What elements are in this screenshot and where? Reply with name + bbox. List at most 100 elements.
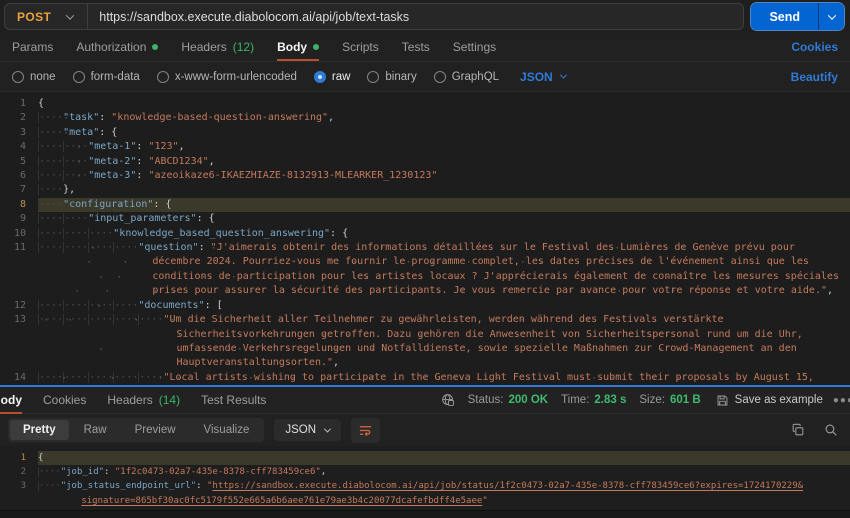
view-preview[interactable]: Preview (122, 420, 189, 440)
network-globe-icon[interactable] (441, 393, 455, 407)
code-text[interactable]: ················"question": "J'aimerais … (38, 241, 850, 299)
code-line[interactable]: 8····"configuration": { (0, 198, 850, 212)
code-text[interactable]: ····"configuration": { (38, 198, 850, 212)
indent-guide: ···· (38, 141, 63, 152)
code-text[interactable]: ····"job_id": "1f2c0473-02a7-435e-8378-c… (38, 465, 850, 479)
green-dot-icon (313, 44, 319, 50)
tab-body[interactable]: Body (277, 40, 319, 54)
indent-guide: ···· (38, 184, 63, 195)
radio-binary[interactable]: binary (367, 71, 416, 83)
green-dot-icon (152, 44, 158, 50)
tab-params[interactable]: Params (12, 40, 53, 54)
url-input[interactable]: https://sandbox.execute.diabolocom.ai/ap… (88, 10, 743, 24)
view-raw[interactable]: Raw (71, 420, 120, 440)
line-number: 9 (0, 212, 38, 226)
code-line[interactable]: 7····}, (0, 183, 850, 197)
code-text[interactable]: ····"meta": { (38, 126, 850, 140)
code-line[interactable]: 6········"meta-3": "azeoikaze6-IKAEZHIAZ… (0, 169, 850, 183)
line-number: 14 (0, 371, 38, 385)
code-line[interactable]: 3····"meta": { (0, 126, 850, 140)
code-line[interactable]: 13····················"Um die Sicherheit… (0, 313, 850, 371)
code-line[interactable]: 14····················"Local artists wis… (0, 371, 850, 385)
tab-headers[interactable]: Headers(12) (181, 40, 254, 54)
response-format-selector[interactable]: JSON (274, 419, 341, 441)
code-line[interactable]: 11················"question": "J'aimerai… (0, 241, 850, 299)
code-text[interactable]: { (38, 97, 850, 111)
code-line[interactable]: 9········"input_parameters": { (0, 212, 850, 226)
copy-icon[interactable] (791, 423, 805, 437)
code-text[interactable]: { (38, 451, 850, 465)
tab-authorization[interactable]: Authorization (76, 40, 158, 54)
request-url-bar: POST https://sandbox.execute.diabolocom.… (4, 3, 744, 30)
code-text[interactable]: ············"knowledge_based_question_an… (38, 227, 850, 241)
code-line[interactable]: 4········"meta-1": "123", (0, 140, 850, 154)
code-line[interactable]: 5········"meta-2": "ABCD1234", (0, 155, 850, 169)
code-line[interactable]: 2····"task": "knowledge-based-question-a… (0, 111, 850, 125)
tab-tests[interactable]: Tests (402, 40, 430, 54)
chevron-down-icon (66, 11, 74, 19)
response-tabs: Body Cookies Headers(14) Test Results (0, 393, 266, 407)
code-line[interactable]: 3····"job_status_endpoint_url": "https:/… (0, 479, 850, 507)
radio-raw[interactable]: raw (314, 71, 351, 83)
tab-response-body[interactable]: Body (0, 393, 22, 407)
request-body-editor[interactable]: 1{2····"task": "knowledge-based-question… (0, 92, 850, 385)
code-line[interactable]: 12················"documents": [ (0, 299, 850, 313)
indent-guide: ···· (63, 300, 88, 311)
radio-circle-icon (367, 71, 379, 83)
code-text[interactable]: ····}, (38, 183, 850, 197)
format-label: JSON (285, 424, 316, 436)
code-text[interactable]: ····················"Local artists wishi… (38, 371, 850, 385)
code-line[interactable]: 10············"knowledge_based_question_… (0, 227, 850, 241)
code-line[interactable]: 1{ (0, 97, 850, 111)
radio-circle-icon (12, 71, 24, 83)
indent-guide: ···· (113, 300, 138, 311)
language-selector[interactable]: JSON (520, 70, 566, 84)
search-icon[interactable] (824, 423, 838, 437)
indent-guide: ···· (38, 300, 63, 311)
size-label: Size: (639, 394, 665, 406)
indent-guide: ···· (38, 314, 63, 325)
code-text[interactable]: ········"meta-3": "azeoikaze6-IKAEZHIAZE… (38, 169, 850, 183)
tab-scripts[interactable]: Scripts (342, 40, 379, 54)
beautify-link[interactable]: Beautify (791, 70, 838, 84)
line-number: 4 (0, 140, 38, 154)
response-body-editor[interactable]: 1{2····"job_id": "1f2c0473-02a7-435e-837… (0, 446, 850, 510)
chevron-down-icon (324, 425, 331, 432)
code-text[interactable]: ········"input_parameters": { (38, 212, 850, 226)
tab-test-results[interactable]: Test Results (201, 393, 266, 407)
chevron-down-icon (827, 11, 835, 19)
cookies-link[interactable]: Cookies (791, 40, 838, 54)
more-actions-button[interactable]: ●●● (833, 395, 850, 406)
tab-label: Headers (181, 40, 226, 54)
radio-x-www-form-urlencoded[interactable]: x-www-form-urlencoded (157, 71, 297, 83)
radio-form-data[interactable]: form-data (73, 71, 140, 83)
tab-settings[interactable]: Settings (453, 40, 496, 54)
indent-guide: ···· (88, 314, 113, 325)
size-value: 601 B (670, 394, 701, 406)
code-text[interactable]: ················"documents": [ (38, 299, 850, 313)
wrap-text-button[interactable] (351, 418, 380, 443)
radio-label: binary (385, 71, 416, 83)
radio-graphql[interactable]: GraphQL (434, 71, 499, 83)
tab-label: Scripts (342, 40, 379, 54)
view-visualize[interactable]: Visualize (191, 420, 263, 440)
indent-guide: ···· (38, 170, 63, 181)
code-line[interactable]: 2····"job_id": "1f2c0473-02a7-435e-8378-… (0, 465, 850, 479)
code-text[interactable]: ········"meta-2": "ABCD1234", (38, 155, 850, 169)
send-button[interactable]: Send (751, 3, 818, 30)
code-text[interactable]: ····"task": "knowledge-based-question-an… (38, 111, 850, 125)
view-pretty[interactable]: Pretty (10, 420, 69, 440)
method-selector[interactable]: POST (5, 4, 87, 29)
tab-response-headers[interactable]: Headers(14) (107, 393, 180, 407)
indent-guide: ···· (38, 127, 63, 138)
code-text[interactable]: ········"meta-1": "123", (38, 140, 850, 154)
save-as-example-button[interactable]: Save as example (716, 394, 823, 407)
response-view-group: Pretty Raw Preview Visualize (8, 418, 264, 442)
code-text[interactable]: ····"job_status_endpoint_url": "https://… (38, 479, 850, 507)
code-line[interactable]: 1{ (0, 451, 850, 465)
send-options-button[interactable] (818, 3, 844, 30)
tab-response-cookies[interactable]: Cookies (43, 393, 86, 407)
radio-none[interactable]: none (12, 71, 56, 83)
radio-label: form-data (91, 71, 140, 83)
code-text[interactable]: ····················"Um die Sicherheit a… (38, 313, 850, 371)
